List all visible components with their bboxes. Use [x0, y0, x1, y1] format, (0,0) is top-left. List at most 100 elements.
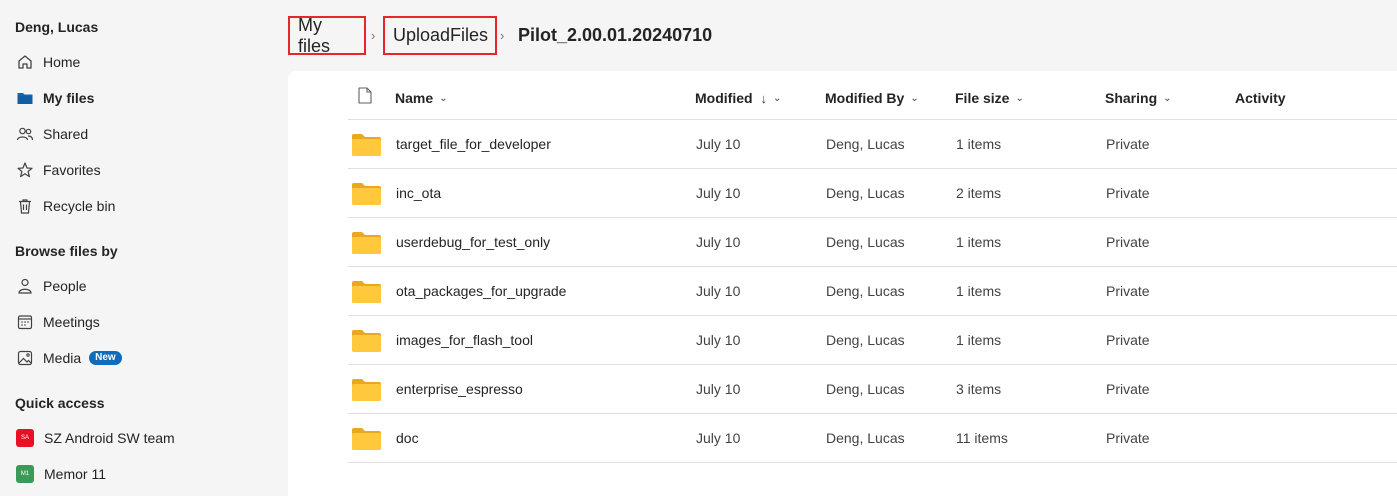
row-modified: July 10 — [696, 381, 741, 397]
folder-icon — [352, 134, 381, 159]
sort-descending-icon: ↓ — [760, 90, 768, 106]
row-modified: July 10 — [696, 185, 741, 201]
chevron-down-icon: ⌄ — [439, 92, 448, 104]
column-header-modified[interactable]: Modified ↓ ⌄ — [695, 88, 781, 108]
row-sharing: Private — [1106, 185, 1150, 201]
nav-recycle-bin-label: Recycle bin — [43, 198, 116, 214]
image-icon — [15, 348, 35, 368]
table-row[interactable]: images_for_flash_tool July 10 Deng, Luca… — [348, 315, 1397, 364]
row-file-size: 1 items — [956, 283, 1002, 299]
people-icon — [15, 124, 35, 144]
nav-media-label: Media — [43, 350, 82, 366]
nav-shared[interactable]: Shared — [15, 122, 88, 146]
new-badge: New — [89, 351, 122, 365]
row-modified: July 10 — [696, 234, 741, 250]
row-modified-by: Deng, Lucas — [826, 381, 905, 397]
chevron-down-icon: ⌄ — [773, 92, 782, 104]
row-file-size: 11 items — [956, 430, 1008, 446]
nav-media[interactable]: Media New — [15, 346, 122, 370]
nav-home-label: Home — [43, 54, 81, 70]
row-name[interactable]: enterprise_espresso — [396, 381, 523, 397]
browse-section-title: Browse files by — [15, 243, 118, 259]
column-header-sharing[interactable]: Sharing ⌄ — [1105, 88, 1172, 108]
row-modified-by: Deng, Lucas — [826, 430, 905, 446]
row-modified: July 10 — [696, 283, 741, 299]
breadcrumb-upload-files[interactable]: UploadFiles — [383, 16, 497, 55]
row-name[interactable]: userdebug_for_test_only — [396, 234, 550, 250]
row-modified-by: Deng, Lucas — [826, 185, 905, 201]
table-row[interactable]: userdebug_for_test_only July 10 Deng, Lu… — [348, 217, 1397, 266]
row-modified-by: Deng, Lucas — [826, 136, 905, 152]
column-header-modified-by-label: Modified By — [825, 90, 905, 106]
row-sharing: Private — [1106, 332, 1150, 348]
row-modified: July 10 — [696, 332, 741, 348]
nav-meetings[interactable]: Meetings — [15, 310, 100, 334]
nav-home[interactable]: Home — [15, 50, 80, 74]
user-name: Deng, Lucas — [15, 19, 99, 35]
trash-icon — [15, 196, 35, 216]
row-modified-by: Deng, Lucas — [826, 332, 905, 348]
quick-access-memor-label: Memor 11 — [44, 466, 106, 482]
row-name[interactable]: inc_ota — [396, 185, 441, 201]
row-modified: July 10 — [696, 430, 741, 446]
folder-icon — [352, 183, 381, 208]
column-header-activity: Activity — [1235, 88, 1286, 108]
row-sharing: Private — [1106, 136, 1150, 152]
table-row[interactable]: enterprise_espresso July 10 Deng, Lucas … — [348, 364, 1397, 413]
file-list-panel: Name ⌄ Modified ↓ ⌄ Modified By ⌄ File s… — [288, 71, 1397, 496]
column-header-modified-label: Modified — [695, 90, 753, 106]
row-file-size: 1 items — [956, 332, 1002, 348]
quick-access-sz-android[interactable]: SA SZ Android SW team — [15, 426, 175, 450]
row-modified: July 10 — [696, 136, 741, 152]
quick-access-title: Quick access — [15, 395, 105, 411]
folder-icon — [352, 428, 381, 453]
column-header-activity-label: Activity — [1235, 90, 1286, 106]
folder-icon — [352, 379, 381, 404]
column-header-file-size[interactable]: File size ⌄ — [955, 88, 1024, 108]
row-file-size: 2 items — [956, 185, 1002, 201]
breadcrumb-chevron-icon: › — [500, 28, 505, 43]
nav-meetings-label: Meetings — [43, 314, 100, 330]
row-name[interactable]: target_file_for_developer — [396, 136, 551, 152]
nav-my-files-label: My files — [43, 90, 95, 106]
quick-access-memor[interactable]: M1 Memor 11 — [15, 462, 106, 486]
file-type-header-icon[interactable] — [358, 87, 372, 109]
breadcrumb-current: Pilot_2.00.01.20240710 — [518, 25, 713, 45]
column-header-modified-by[interactable]: Modified By ⌄ — [825, 88, 919, 108]
row-modified-by: Deng, Lucas — [826, 234, 905, 250]
folder-icon — [15, 88, 35, 108]
table-row[interactable]: doc July 10 Deng, Lucas 11 items Private — [348, 413, 1397, 462]
table-bottom-divider — [348, 462, 1397, 463]
chevron-down-icon: ⌄ — [1015, 92, 1024, 104]
table-row[interactable]: inc_ota July 10 Deng, Lucas 2 items Priv… — [348, 168, 1397, 217]
column-header-file-size-label: File size — [955, 90, 1010, 106]
star-icon — [15, 160, 35, 180]
row-modified-by: Deng, Lucas — [826, 283, 905, 299]
nav-shared-label: Shared — [43, 126, 89, 142]
calendar-icon — [15, 312, 35, 332]
folder-icon — [352, 281, 381, 306]
nav-favorites[interactable]: Favorites — [15, 158, 101, 182]
row-name[interactable]: ota_packages_for_upgrade — [396, 283, 566, 299]
row-file-size: 1 items — [956, 234, 1002, 250]
nav-people[interactable]: People — [15, 274, 87, 298]
column-header-name[interactable]: Name ⌄ — [395, 88, 448, 108]
column-header-sharing-label: Sharing — [1105, 90, 1158, 106]
breadcrumb-chevron-icon: › — [371, 28, 376, 43]
column-header-name-label: Name — [395, 90, 434, 106]
folder-icon — [352, 330, 381, 355]
nav-my-files[interactable]: My files — [15, 86, 94, 110]
row-name[interactable]: doc — [396, 430, 419, 446]
sidebar: Deng, Lucas Home My files Shared Favorit… — [0, 0, 287, 496]
table-row[interactable]: target_file_for_developer July 10 Deng, … — [348, 119, 1397, 168]
row-sharing: Private — [1106, 381, 1150, 397]
breadcrumb-my-files[interactable]: My files — [288, 15, 366, 56]
folder-icon — [352, 232, 381, 257]
table-row[interactable]: ota_packages_for_upgrade July 10 Deng, L… — [348, 266, 1397, 315]
row-name[interactable]: images_for_flash_tool — [396, 332, 533, 348]
row-sharing: Private — [1106, 283, 1150, 299]
row-file-size: 3 items — [956, 381, 1002, 397]
home-icon — [15, 52, 35, 72]
nav-recycle-bin[interactable]: Recycle bin — [15, 194, 115, 218]
row-sharing: Private — [1106, 234, 1150, 250]
